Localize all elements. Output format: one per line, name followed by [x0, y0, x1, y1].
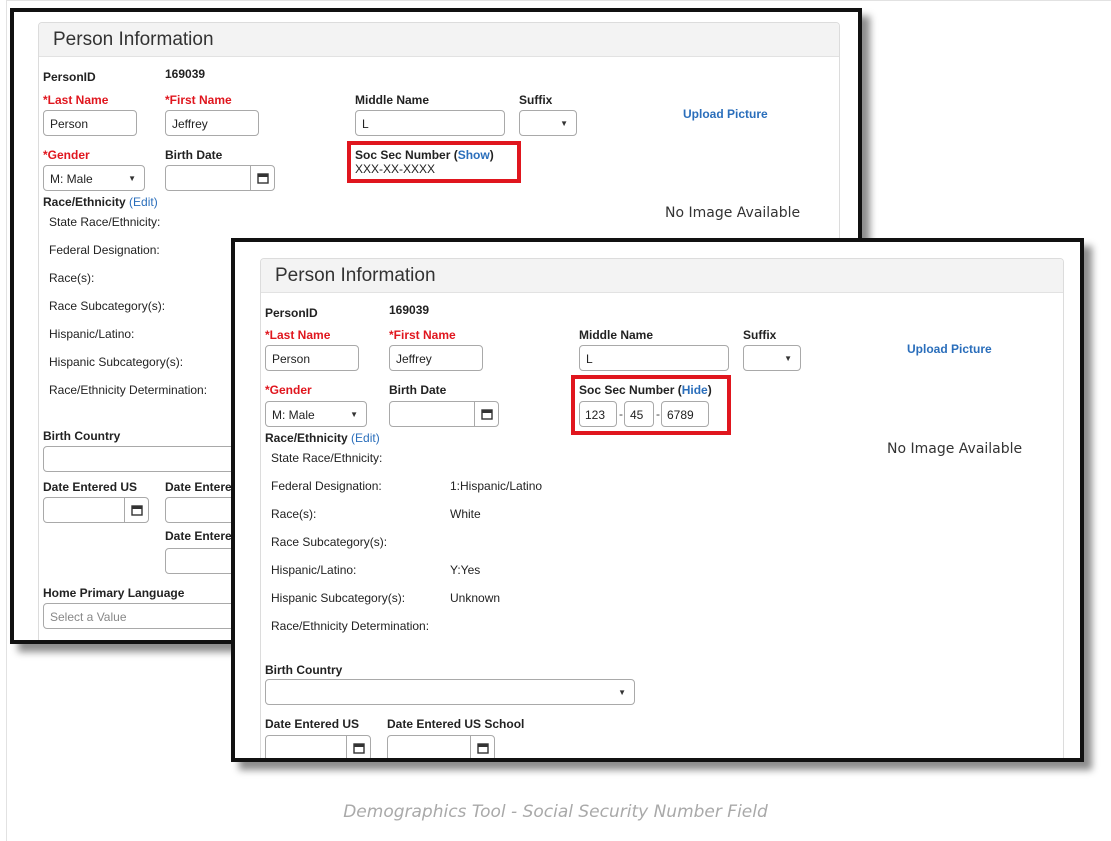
date-entered-us-school-input[interactable]: [387, 735, 495, 758]
gender-label: *Gender: [265, 383, 312, 397]
federal-designation-label: Federal Designation:: [271, 479, 382, 493]
gender-label: *Gender: [43, 148, 90, 162]
last-name-label: *Last Name: [265, 328, 331, 342]
gender-select[interactable]: M: Male ▼: [43, 165, 145, 191]
date-entered-us-school-label: Date Entered US School: [387, 717, 525, 731]
upload-picture-link[interactable]: Upload Picture: [907, 342, 992, 356]
person-id-label: PersonID: [265, 306, 318, 320]
hispanic-latino-label: Hispanic/Latino:: [49, 327, 135, 341]
screenshot-ssn-visible: Person Information PersonID 169039 *Last…: [231, 238, 1084, 762]
races-label: Race(s):: [49, 271, 95, 285]
birth-country-label: Birth Country: [265, 663, 343, 677]
ssn-highlight-box: [571, 375, 731, 435]
person-id-value: 169039: [165, 67, 206, 81]
middle-name-label: Middle Name: [355, 93, 430, 107]
calendar-icon[interactable]: [474, 402, 498, 426]
suffix-label: Suffix: [519, 93, 553, 107]
chevron-down-icon: ▼: [618, 688, 626, 697]
race-ethnicity-edit-link[interactable]: (Edit): [351, 431, 380, 445]
race-ethnicity-label: Race/Ethnicity (Edit): [265, 431, 380, 445]
birth-date-label: Birth Date: [389, 383, 447, 397]
races-label: Race(s):: [271, 507, 317, 521]
birth-date-label: Birth Date: [165, 148, 223, 162]
no-image-text: No Image Available: [887, 441, 1023, 457]
birth-date-input[interactable]: [165, 165, 275, 191]
chevron-down-icon: ▼: [350, 410, 358, 419]
gender-value: M: Male: [272, 408, 315, 422]
no-image-text: No Image Available: [665, 205, 801, 221]
date-entered-us-input[interactable]: [265, 735, 371, 758]
gender-select[interactable]: M: Male ▼: [265, 401, 367, 427]
last-name-input[interactable]: Person: [43, 110, 137, 136]
federal-designation-value: 1:Hispanic/Latino: [450, 479, 543, 493]
race-determination-label: Race/Ethnicity Determination:: [49, 383, 208, 397]
ssn-highlight-box: [347, 141, 521, 183]
birth-country-label: Birth Country: [43, 429, 121, 443]
person-id-value: 169039: [389, 303, 430, 317]
state-race-label: State Race/Ethnicity:: [49, 215, 161, 229]
hispanic-latino-value: Y:Yes: [450, 563, 481, 577]
race-ethnicity-label: Race/Ethnicity (Edit): [43, 195, 158, 209]
first-name-label: *First Name: [389, 328, 456, 342]
calendar-icon[interactable]: [250, 166, 274, 190]
hispanic-subcategory-label: Hispanic Subcategory(s):: [271, 591, 406, 605]
chevron-down-icon: ▼: [560, 119, 568, 128]
suffix-select[interactable]: ▼: [519, 110, 577, 136]
calendar-icon[interactable]: [346, 736, 370, 758]
first-name-input[interactable]: Jeffrey: [165, 110, 259, 136]
upload-picture-link[interactable]: Upload Picture: [683, 107, 768, 121]
gender-value: M: Male: [50, 172, 93, 186]
date-entered-us-input[interactable]: [43, 497, 149, 523]
date-entered-us-school-label: Date Entere: [165, 480, 232, 494]
panel-header: Person Information: [261, 259, 1063, 293]
panel-title: Person Information: [275, 265, 436, 286]
middle-name-input[interactable]: L: [355, 110, 505, 136]
races-value: White: [450, 507, 481, 521]
birth-country-select[interactable]: ▼: [265, 679, 635, 705]
federal-designation-label: Federal Designation:: [49, 243, 160, 257]
home-primary-language-label: Home Primary Language: [43, 586, 185, 600]
birth-date-input[interactable]: [389, 401, 499, 427]
chevron-down-icon: ▼: [128, 174, 136, 183]
race-ethnicity-label-text: Race/Ethnicity: [265, 431, 348, 445]
figure-caption: Demographics Tool - Social Security Numb…: [343, 802, 768, 822]
race-subcategory-label: Race Subcategory(s):: [271, 535, 388, 549]
person-id-label: PersonID: [43, 70, 96, 84]
first-name-input[interactable]: Jeffrey: [389, 345, 483, 371]
state-race-label: State Race/Ethnicity:: [271, 451, 383, 465]
race-subcategory-label: Race Subcategory(s):: [49, 299, 166, 313]
race-ethnicity-edit-link[interactable]: (Edit): [129, 195, 158, 209]
race-determination-label: Race/Ethnicity Determination:: [271, 619, 430, 633]
date-entered-us-label: Date Entered US: [265, 717, 360, 731]
person-information-panel: Person Information PersonID 169039 *Last…: [260, 258, 1064, 758]
middle-name-input[interactable]: L: [579, 345, 729, 371]
last-name-label: *Last Name: [43, 93, 109, 107]
hispanic-subcategory-label: Hispanic Subcategory(s):: [49, 355, 184, 369]
first-name-label: *First Name: [165, 93, 232, 107]
chevron-down-icon: ▼: [784, 354, 792, 363]
date-entered-label: Date Entere: [165, 529, 232, 543]
race-ethnicity-label-text: Race/Ethnicity: [43, 195, 126, 209]
panel-header: Person Information: [39, 23, 839, 57]
panel-title: Person Information: [53, 29, 214, 50]
hispanic-latino-label: Hispanic/Latino:: [271, 563, 357, 577]
calendar-icon[interactable]: [470, 736, 494, 758]
hispanic-subcategory-value: Unknown: [450, 591, 501, 605]
suffix-select[interactable]: ▼: [743, 345, 801, 371]
last-name-input[interactable]: Person: [265, 345, 359, 371]
suffix-label: Suffix: [743, 328, 777, 342]
middle-name-label: Middle Name: [579, 328, 654, 342]
calendar-icon[interactable]: [124, 498, 148, 522]
home-primary-language-select[interactable]: Select a Value: [43, 603, 243, 629]
date-entered-us-label: Date Entered US: [43, 480, 138, 494]
